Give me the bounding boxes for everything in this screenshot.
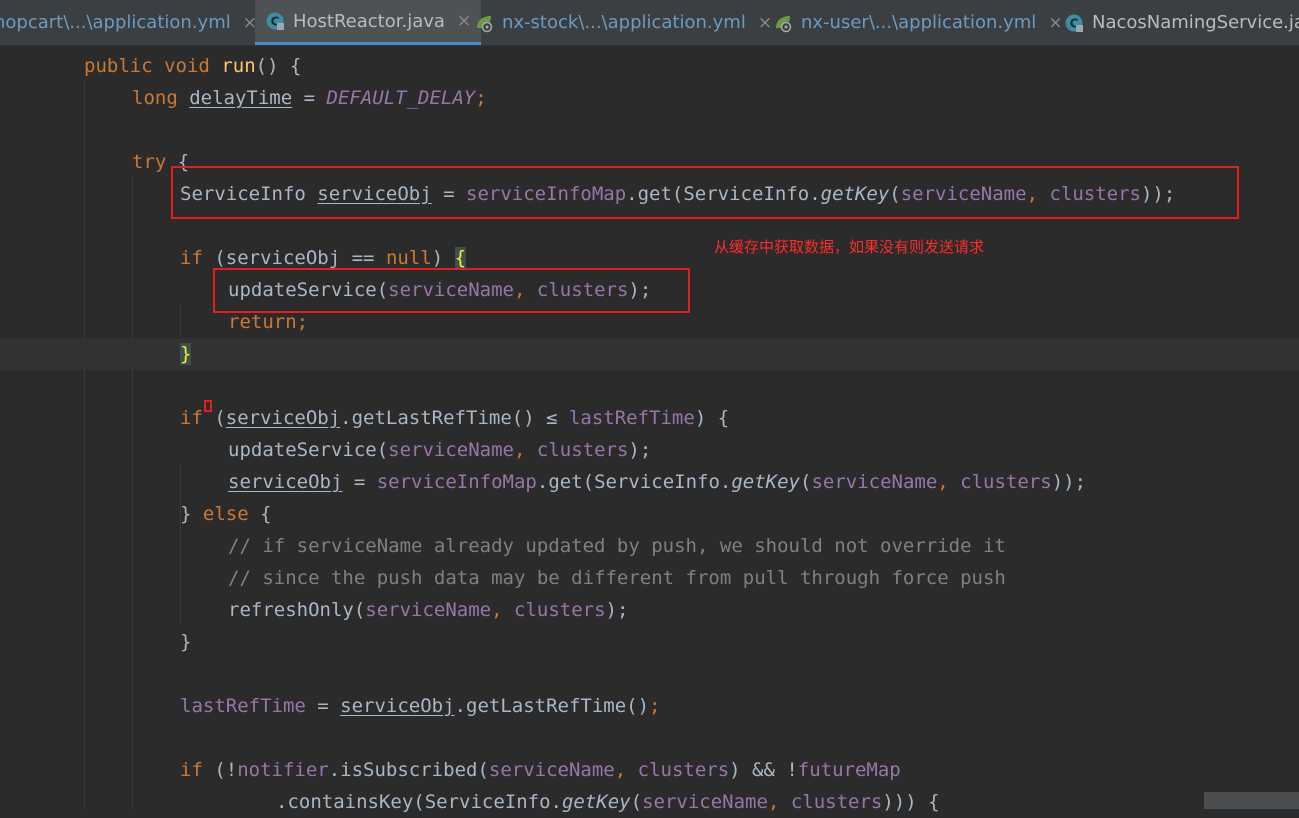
tab-label: nx-user\...\application.yml bbox=[801, 12, 1037, 33]
code-line: serviceObj = serviceInfoMap.get(ServiceI… bbox=[228, 471, 1087, 493]
tab-nx-stock-application-yml[interactable]: nx-stock\...\application.yml × bbox=[474, 0, 772, 45]
code-line: if (serviceObj.getLastRefTime() ≤ lastRe… bbox=[180, 407, 730, 429]
horizontal-scrollbar-thumb[interactable] bbox=[1204, 792, 1299, 809]
close-icon[interactable]: × bbox=[457, 11, 471, 31]
editor-tab-bar: hopcart\...\application.yml × C HostReac… bbox=[0, 0, 1299, 46]
java-class-icon: C bbox=[265, 11, 285, 31]
indent-guide bbox=[180, 528, 181, 624]
spring-yml-icon bbox=[773, 13, 793, 33]
code-line: public void run() { bbox=[84, 55, 302, 77]
tab-nx-user-application-yml[interactable]: nx-user\...\application.yml × bbox=[773, 0, 1063, 45]
java-class-icon: C bbox=[1064, 13, 1084, 33]
code-editor[interactable]: public void run() { long delayTime = DEF… bbox=[0, 46, 1299, 813]
close-icon[interactable]: × bbox=[758, 13, 772, 33]
annotation-text: 从缓存中获取数据，如果没有则发送请求 bbox=[714, 238, 985, 256]
indent-guide bbox=[180, 304, 181, 336]
code-line: } bbox=[180, 631, 192, 653]
current-line-highlight bbox=[0, 338, 1299, 370]
indent-guide bbox=[84, 80, 85, 809]
spring-yml-icon bbox=[474, 13, 494, 33]
tab-hostreactor-java[interactable]: C HostReactor.java × bbox=[255, 0, 482, 45]
tab-nacosnamingservice-java[interactable]: C NacosNamingService.java bbox=[1064, 0, 1299, 45]
code-line: } bbox=[180, 343, 192, 365]
code-line: .containsKey(ServiceInfo.getKey(serviceN… bbox=[276, 791, 940, 813]
highlight-box-marker bbox=[204, 400, 212, 412]
code-line: refreshOnly(serviceName, clusters); bbox=[228, 599, 629, 621]
highlight-box-update-service bbox=[213, 268, 690, 313]
code-comment: // if serviceName already updated by pus… bbox=[228, 535, 1006, 557]
code-line: } else { bbox=[180, 503, 272, 525]
code-line: lastRefTime = serviceObj.getLastRefTime(… bbox=[180, 695, 661, 717]
tab-label: nx-stock\...\application.yml bbox=[502, 12, 746, 33]
indent-guide bbox=[132, 176, 133, 809]
code-comment: // since the push data may be different … bbox=[228, 567, 1006, 589]
code-line: if (!notifier.isSubscribed(serviceName, … bbox=[180, 759, 901, 781]
code-line: long delayTime = DEFAULT_DELAY; bbox=[132, 87, 487, 109]
code-line: updateService(serviceName, clusters); bbox=[228, 439, 652, 461]
tab-shopcart-application-yml[interactable]: hopcart\...\application.yml × bbox=[0, 0, 257, 45]
tab-label: HostReactor.java bbox=[293, 10, 445, 32]
tab-label: NacosNamingService.java bbox=[1092, 12, 1299, 33]
close-icon[interactable]: × bbox=[1048, 13, 1062, 33]
tab-label: hopcart\...\application.yml bbox=[0, 12, 231, 33]
highlight-box-cache-lookup bbox=[171, 166, 1239, 219]
